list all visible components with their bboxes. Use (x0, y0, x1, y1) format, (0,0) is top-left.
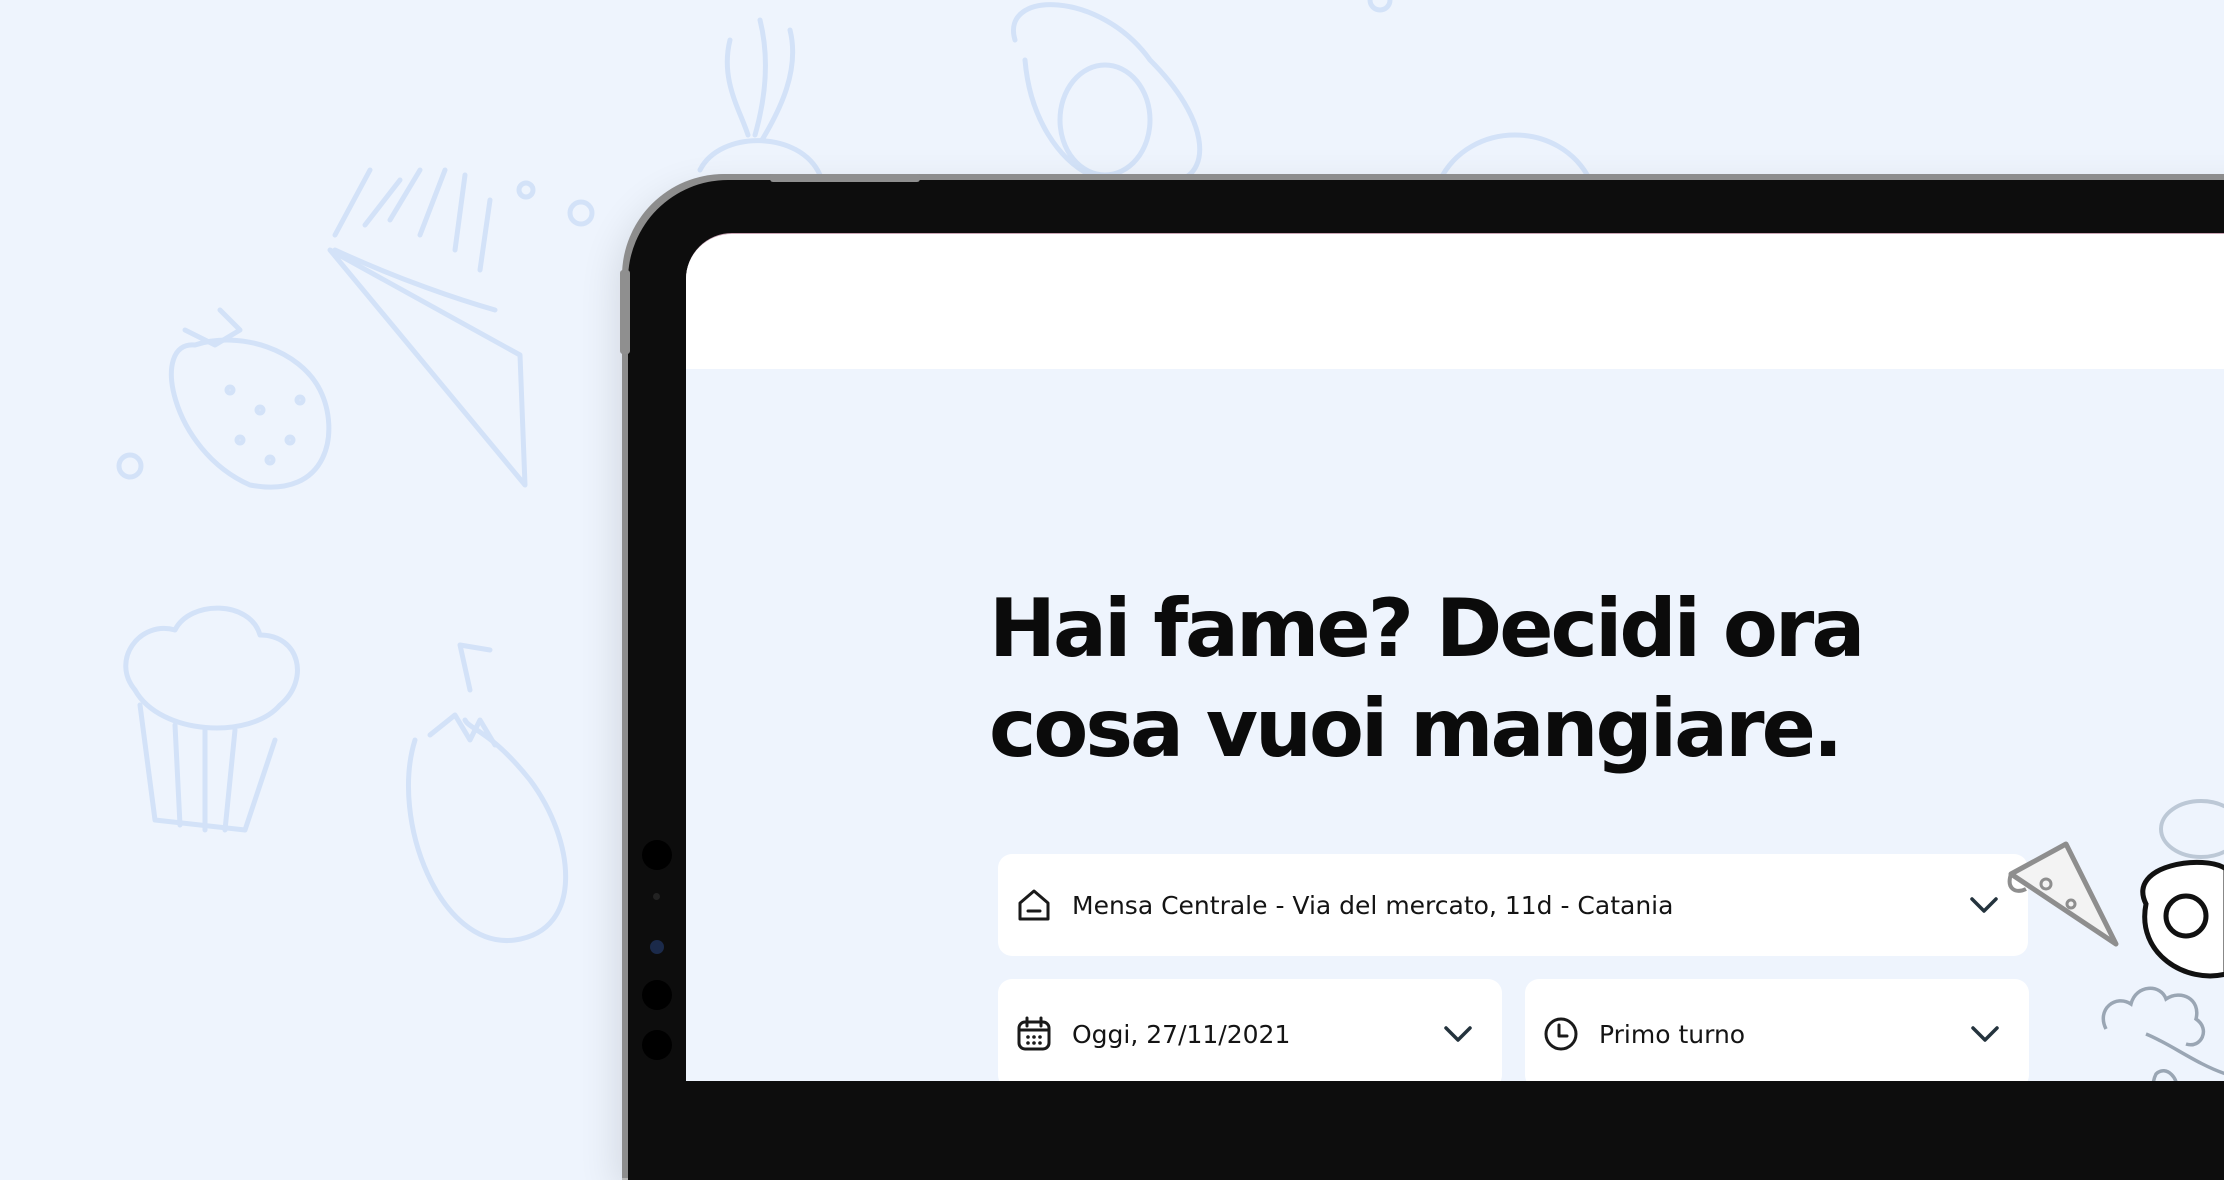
pizza-slice-doodle (2007, 841, 2119, 947)
fries-doodle (327, 167, 528, 488)
avocado-doodle (1011, 2, 1203, 183)
shift-select[interactable]: Primo turno (1525, 979, 2029, 1081)
fried-egg-doodle (2140, 859, 2224, 979)
radish-doodle (697, 17, 823, 178)
app-screen: Hai fame? Decidi ora cosa vuoi mangiare.… (686, 233, 2224, 1081)
date-select-value: Oggi, 27/11/2021 (1072, 1019, 1291, 1049)
bean-doodle (2151, 1069, 2178, 1081)
tablet-side-button (620, 270, 630, 354)
eggplant-doodle (406, 642, 569, 943)
chevron-down-icon[interactable] (1440, 1016, 1476, 1052)
app-header-bar (686, 234, 2224, 369)
calendar-icon (1014, 1014, 1054, 1054)
clock-icon (1541, 1014, 1581, 1054)
tablet-camera (650, 940, 664, 954)
tablet-sensor (642, 980, 672, 1010)
strawberry-doodle (169, 307, 332, 490)
location-select[interactable]: Mensa Centrale - Via del mercato, 11d - … (998, 854, 2028, 956)
home-icon (1014, 885, 1054, 925)
date-select[interactable]: Oggi, 27/11/2021 (998, 979, 1502, 1081)
hero-headline: Hai fame? Decidi ora cosa vuoi mangiare. (989, 582, 1865, 775)
location-select-value: Mensa Centrale - Via del mercato, 11d - … (1072, 890, 1674, 920)
broccoli-doodle (2101, 986, 2224, 1076)
tablet-sensor (642, 840, 672, 870)
tablet-sensor (642, 1030, 672, 1060)
food-illustration (2007, 799, 2224, 1081)
shift-select-value: Primo turno (1599, 1019, 1746, 1049)
tomato-doodle (1437, 132, 1593, 183)
tablet-sensor (653, 893, 660, 900)
cupcake-doodle (123, 605, 300, 833)
tablet-top-button (770, 174, 920, 182)
